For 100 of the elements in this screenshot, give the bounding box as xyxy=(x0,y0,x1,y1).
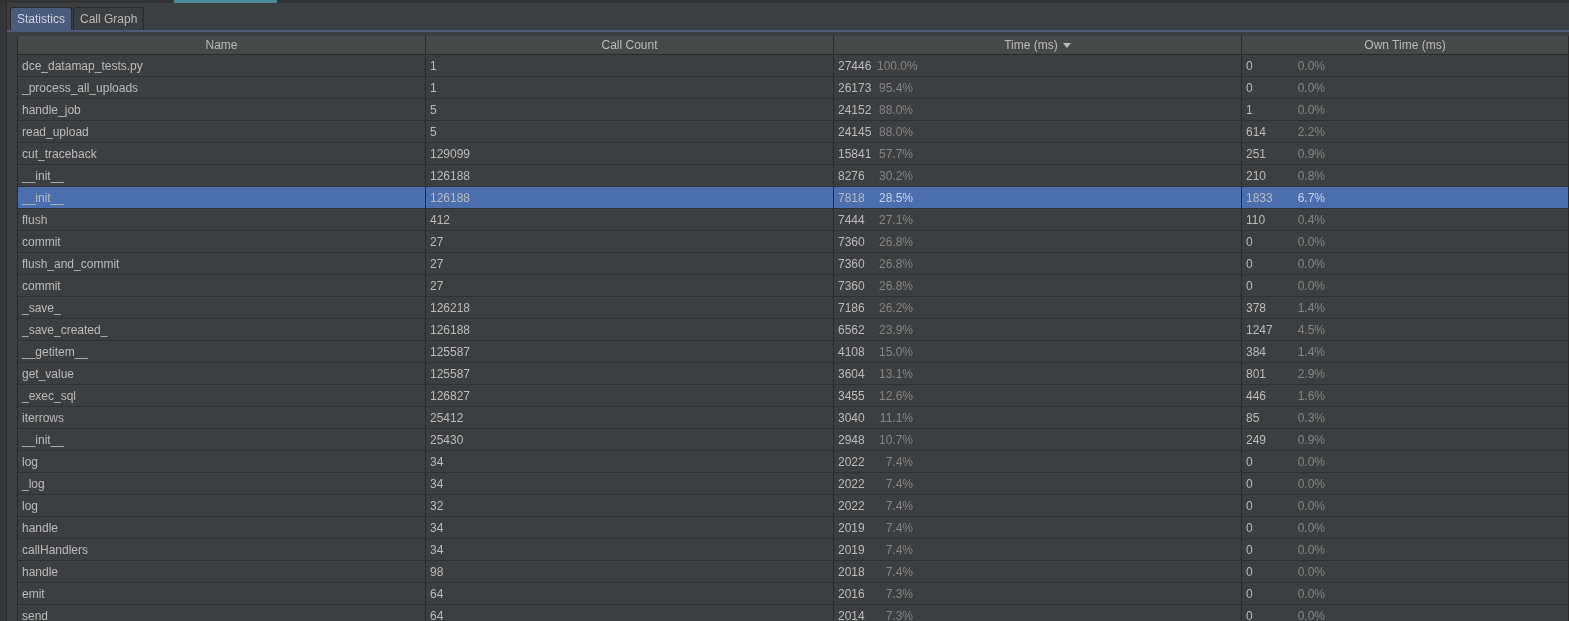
tab[interactable]: Call Graph xyxy=(73,7,145,30)
table-cell-text: 384 xyxy=(1246,344,1268,359)
table-cell-text: 0 xyxy=(1246,234,1254,249)
table-cell: 412 xyxy=(430,212,451,227)
table-cell: dce_datamap_tests.py xyxy=(22,58,143,73)
percent-text: 26.8% xyxy=(877,234,913,249)
percent-text: 0.0% xyxy=(1296,256,1325,271)
table-row[interactable]: commit 27 7360 26.8% 0 0.0% xyxy=(18,275,1569,297)
table-cell: flush_and_commit xyxy=(22,256,120,271)
table-row[interactable]: send 64 2014 7.3% 0 0.0% xyxy=(18,605,1569,621)
percent-text: 0.0% xyxy=(1296,234,1325,249)
table-row[interactable]: emit 64 2016 7.3% 0 0.0% xyxy=(18,583,1569,605)
table-cell-text: 7818 xyxy=(838,190,866,205)
table-row[interactable]: callHandlers 34 2019 7.4% 0 0.0% xyxy=(18,539,1569,561)
table-row[interactable]: __init__ 126188 7818 28.5% 1833 6.7% xyxy=(18,187,1569,209)
table-cell: 34 xyxy=(430,476,444,491)
table-row[interactable]: log 32 2022 7.4% 0 0.0% xyxy=(18,495,1569,517)
table-cell: _log xyxy=(22,476,45,491)
percent-text: 7.4% xyxy=(884,454,913,469)
table-cell-text: 1833 xyxy=(1246,190,1274,205)
table-row[interactable]: iterrows 25412 3040 11.1% 85 0.3% xyxy=(18,407,1569,429)
table-cell-text: 15841 xyxy=(838,146,873,161)
table-cell-text: 7360 xyxy=(838,234,866,249)
table-row[interactable]: read_upload 5 24145 88.0% 614 2.2% xyxy=(18,121,1569,143)
percent-text: 0.0% xyxy=(1296,498,1325,513)
percent-text: 27.1% xyxy=(877,212,913,227)
table-cell-text: 110 xyxy=(1246,212,1267,227)
column-header[interactable]: Time (ms) xyxy=(834,36,1242,54)
percent-text: 0.3% xyxy=(1296,410,1325,425)
table-row[interactable]: __init__ 25430 2948 10.7% 249 0.9% xyxy=(18,429,1569,451)
table-cell: read_upload xyxy=(22,124,89,139)
table-cell: __init__ xyxy=(22,168,65,183)
percent-text: 2.2% xyxy=(1296,124,1325,139)
table-cell: 126827 xyxy=(430,388,471,403)
percent-text: 0.0% xyxy=(1296,608,1325,621)
tab[interactable]: Statistics xyxy=(10,7,72,30)
table-row[interactable]: cut_traceback 129099 15841 57.7% 251 0.9% xyxy=(18,143,1569,165)
percent-text: 2.9% xyxy=(1296,366,1325,381)
table-row[interactable]: handle 34 2019 7.4% 0 0.0% xyxy=(18,517,1569,539)
table-cell: 1 xyxy=(430,58,437,73)
table-row[interactable]: _save_created_ 126188 6562 23.9% 1247 4.5% xyxy=(18,319,1569,341)
table-row[interactable]: get_value 125587 3604 13.1% 801 2.9% xyxy=(18,363,1569,385)
table-cell-text: 2019 xyxy=(838,542,866,557)
table-cell-text: 2022 xyxy=(838,476,866,491)
table-cell: send xyxy=(22,608,49,621)
table-cell-text: 0 xyxy=(1246,564,1254,579)
percent-text: 0.0% xyxy=(1296,520,1325,535)
table-row[interactable]: _process_all_uploads 1 26173 95.4% 0 0.0% xyxy=(18,77,1569,99)
table-cell-text: 0 xyxy=(1246,58,1254,73)
percent-text: 0.0% xyxy=(1296,476,1325,491)
column-header[interactable]: Call Count xyxy=(426,36,834,54)
table-cell: 126188 xyxy=(430,168,471,183)
table-row[interactable]: log 34 2022 7.4% 0 0.0% xyxy=(18,451,1569,473)
table-row[interactable]: handle 98 2018 7.4% 0 0.0% xyxy=(18,561,1569,583)
table-cell: 64 xyxy=(430,586,444,601)
percent-text: 28.5% xyxy=(877,190,913,205)
percent-text: 0.0% xyxy=(1296,58,1325,73)
table-cell: 125587 xyxy=(430,344,471,359)
percent-text: 0.0% xyxy=(1296,454,1325,469)
table-cell-text: 2022 xyxy=(838,454,866,469)
table-row[interactable]: _log 34 2022 7.4% 0 0.0% xyxy=(18,473,1569,495)
table-cell: iterrows xyxy=(22,410,64,425)
table-cell: 27 xyxy=(430,278,444,293)
table-row[interactable]: commit 27 7360 26.8% 0 0.0% xyxy=(18,231,1569,253)
percent-text: 0.0% xyxy=(1296,102,1325,117)
table-row[interactable]: __getitem__ 125587 4108 15.0% 384 1.4% xyxy=(18,341,1569,363)
percent-text: 7.4% xyxy=(884,542,913,557)
table-cell-text: 210 xyxy=(1246,168,1268,183)
table-row[interactable]: flush_and_commit 27 7360 26.8% 0 0.0% xyxy=(18,253,1569,275)
table-cell-text: 3040 xyxy=(838,410,866,425)
table-cell-text: 0 xyxy=(1246,586,1254,601)
percent-text: 7.4% xyxy=(884,498,913,513)
table-row[interactable]: _exec_sql 126827 3455 12.6% 446 1.6% xyxy=(18,385,1569,407)
table-cell-text: 2014 xyxy=(838,608,866,621)
table-cell-text: 26173 xyxy=(838,80,873,95)
percent-text: 0.0% xyxy=(1296,278,1325,293)
table-cell-text: 0 xyxy=(1246,80,1254,95)
table-row[interactable]: _save_ 126218 7186 26.2% 378 1.4% xyxy=(18,297,1569,319)
table-row[interactable]: dce_datamap_tests.py 1 27446 100.0% 0 0.0% xyxy=(18,55,1569,77)
percent-text: 7.4% xyxy=(884,520,913,535)
percent-text: 26.8% xyxy=(877,256,913,271)
table-cell: 27 xyxy=(430,256,444,271)
table-cell-text: 7360 xyxy=(838,256,866,271)
table-cell-text: 0 xyxy=(1246,454,1254,469)
table-cell: 5 xyxy=(430,124,437,139)
table-cell: 98 xyxy=(430,564,444,579)
table-cell-text: 0 xyxy=(1246,520,1254,535)
table-row[interactable]: handle_job 5 24152 88.0% 1 0.0% xyxy=(18,99,1569,121)
table-cell-text: 0 xyxy=(1246,542,1254,557)
percent-text: 6.7% xyxy=(1296,190,1325,205)
table-cell: callHandlers xyxy=(22,542,89,557)
column-header[interactable]: Name xyxy=(18,36,426,54)
table-cell-text: 4108 xyxy=(838,344,866,359)
column-header[interactable]: Own Time (ms) xyxy=(1242,36,1569,54)
percent-text: 7.4% xyxy=(884,476,913,491)
percent-text: 10.7% xyxy=(877,432,913,447)
table-cell-text: 85 xyxy=(1246,410,1261,425)
table-row[interactable]: flush 412 7444 27.1% 110 0.4% xyxy=(18,209,1569,231)
table-cell: log xyxy=(22,498,38,513)
percent-text: 4.5% xyxy=(1296,322,1325,337)
